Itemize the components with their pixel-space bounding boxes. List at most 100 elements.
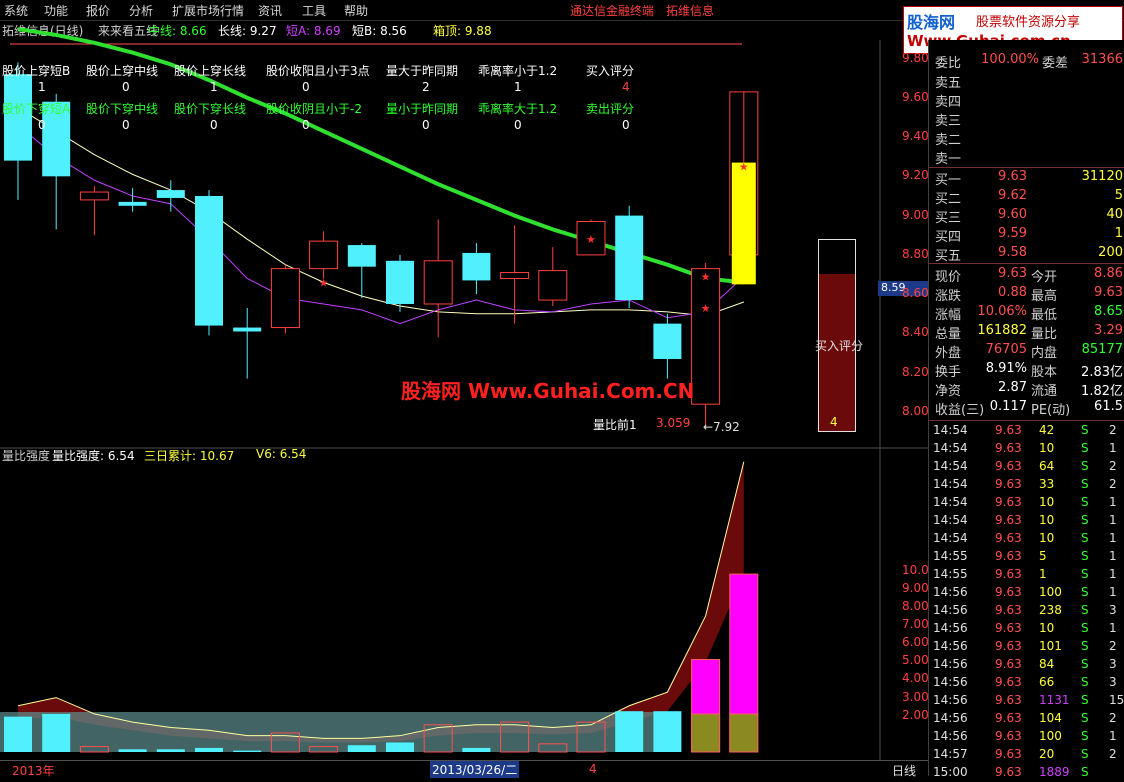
tick-row: 15:00 9.63 1889 S — [929, 764, 1124, 782]
bid-row-label: 买一 — [935, 173, 962, 188]
ask-row: 卖二 — [929, 129, 1124, 148]
tick-count: 1 — [1109, 495, 1117, 509]
buy-signal-value: 0 — [302, 80, 310, 94]
candle-body — [653, 323, 682, 359]
tick-side: S — [1081, 657, 1089, 671]
tick-time: 14:54 — [933, 513, 968, 527]
volume-bar — [42, 713, 71, 752]
tick-count: 2 — [1109, 423, 1117, 437]
tick-time: 14:56 — [933, 585, 968, 599]
stat-value: 2.87 — [998, 380, 1027, 395]
buy-signal-value: 4 — [622, 80, 630, 94]
candle-body — [500, 272, 530, 279]
strength-value: 量比强度: 6.54 — [52, 449, 135, 463]
tick-side: S — [1081, 567, 1089, 581]
tick-count: 1 — [1109, 729, 1117, 743]
stat-value: 8.65 — [1094, 304, 1123, 319]
sell-signal-label: 股价下穿长线 — [174, 102, 247, 116]
sell-signal-value: 0 — [302, 118, 310, 132]
y-tick-label: 9.40 — [902, 129, 929, 144]
stat-row: 换手 8.91% 股本 2.83亿 — [929, 361, 1124, 380]
bid-row: 买四 9.59 1 — [929, 226, 1124, 245]
volume-bar — [233, 750, 262, 752]
tick-volume: 101 — [1039, 639, 1062, 653]
bid-row-volume: 40 — [1106, 207, 1123, 222]
tick-count: 2 — [1109, 711, 1117, 725]
tick-count: 1 — [1109, 621, 1117, 635]
stat-label: 今开 — [1031, 270, 1058, 285]
tick-volume: 1 — [1039, 567, 1047, 581]
logo-tagline: 股票软件资源分享 — [976, 15, 1081, 30]
buy-signal-label: 股价收阳且小于3点 — [266, 64, 370, 78]
period-button[interactable]: 日线 — [892, 762, 916, 779]
y-tick-label: 8.80 — [902, 246, 929, 261]
tick-count: 1 — [1109, 441, 1117, 455]
tick-volume: 42 — [1039, 423, 1055, 437]
sell-signal-value: 0 — [38, 118, 46, 132]
sub-y-tick-label: 2.00 — [902, 707, 929, 722]
bid-row-price: 9.63 — [998, 169, 1027, 184]
low-price-mark: ←7.92 — [703, 420, 740, 434]
candle-body — [462, 252, 491, 281]
tick-volume: 84 — [1039, 657, 1055, 671]
sub-y-tick-label: 4.00 — [902, 671, 929, 686]
ask-row-label: 卖四 — [935, 95, 962, 110]
tick-time: 14:56 — [933, 711, 968, 725]
tick-price: 9.63 — [995, 765, 1022, 779]
tick-count: 1 — [1109, 585, 1117, 599]
tick-row: 14:54 9.63 10 S 1 — [929, 440, 1124, 458]
tick-count: 2 — [1109, 639, 1117, 653]
stat-label: 现价 — [935, 270, 962, 285]
strength-line — [17, 461, 745, 739]
tick-time: 14:55 — [933, 549, 968, 563]
tick-row: 14:55 9.63 5 S 1 — [929, 548, 1124, 566]
tick-price: 9.63 — [995, 747, 1022, 761]
tick-time: 14:54 — [933, 477, 968, 491]
y-tick-label: 9.60 — [902, 89, 929, 104]
month-label: 4 — [589, 762, 597, 776]
wei-bi-label: 委比 — [935, 56, 962, 71]
tick-time: 14:54 — [933, 423, 968, 437]
tick-count: 1 — [1109, 567, 1117, 581]
buy-score-value: 4 — [830, 415, 838, 429]
tick-time: 14:54 — [933, 495, 968, 509]
stat-value: 76705 — [985, 342, 1027, 357]
tick-volume: 33 — [1039, 477, 1055, 491]
bid-row: 买二 9.62 5 — [929, 188, 1124, 207]
stat-label: 净资 — [935, 384, 962, 399]
stat-value: 3.29 — [1094, 323, 1123, 338]
tick-time: 14:54 — [933, 459, 968, 473]
y-tick-label: 8.40 — [902, 325, 929, 340]
buy-signal-label: 股价上穿短B — [2, 64, 71, 78]
tick-row: 14:54 9.63 33 S 2 — [929, 476, 1124, 494]
stat-value: 8.86 — [1094, 266, 1123, 281]
stat-row: 涨跌 0.88 最高 9.63 — [929, 285, 1124, 304]
tick-row: 14:56 9.63 100 S 1 — [929, 728, 1124, 746]
stat-value: 61.5 — [1094, 399, 1123, 414]
volume-bar — [653, 711, 682, 752]
signal-star: ★ — [586, 233, 596, 246]
tick-volume: 10 — [1039, 441, 1055, 455]
tick-price: 9.63 — [995, 495, 1022, 509]
tick-volume: 1131 — [1039, 693, 1070, 707]
y-tick-label: 9.80 — [902, 50, 929, 65]
tick-count: 2 — [1109, 477, 1117, 491]
volume-bar — [118, 749, 147, 752]
stat-label: 总量 — [935, 327, 962, 342]
stat-value: 10.06% — [977, 304, 1027, 319]
tick-side: S — [1081, 603, 1089, 617]
tick-side: S — [1081, 765, 1089, 779]
tick-time: 14:56 — [933, 639, 968, 653]
ask-row-label: 卖二 — [935, 133, 962, 148]
stat-label: 流通 — [1031, 384, 1058, 399]
ask-row-label: 卖五 — [935, 76, 962, 91]
tick-time: 14:56 — [933, 603, 968, 617]
tick-row: 14:56 9.63 100 S 1 — [929, 584, 1124, 602]
tick-time: 14:56 — [933, 693, 968, 707]
candle-body — [156, 190, 185, 198]
bid-row-volume: 1 — [1114, 226, 1123, 241]
sell-signal-value: 0 — [122, 118, 130, 132]
strength-band — [18, 461, 744, 743]
stat-value: 8.91% — [985, 361, 1027, 376]
tick-price: 9.63 — [995, 621, 1022, 635]
